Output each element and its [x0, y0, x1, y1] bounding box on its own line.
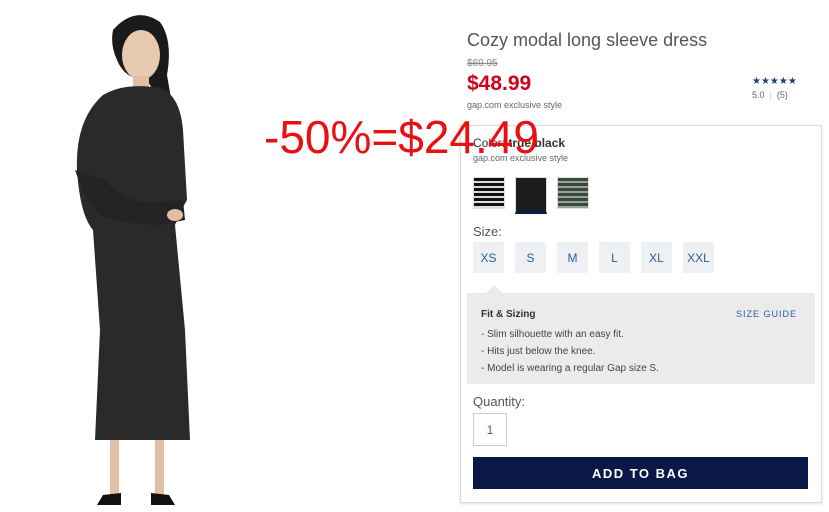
color-swatches [473, 177, 589, 214]
discount-annotation: -50%=$24.49 [264, 111, 539, 163]
list-item: - Hits just below the knee. [481, 346, 596, 357]
fit-details-list: - Slim silhouette with an easy fit. - Hi… [481, 326, 659, 377]
list-item: - Model is wearing a regular Gap size S. [481, 363, 659, 374]
swatch-true-black[interactable] [515, 177, 547, 214]
size-selector: XS S M L XL XXL [473, 242, 714, 273]
rating-divider: | [769, 90, 772, 100]
size-xxl-button[interactable]: XXL [683, 242, 714, 273]
swatch-black-white-stripe[interactable] [473, 177, 505, 209]
rating-widget[interactable]: ★★★★★ 5.0 | (5) [752, 76, 797, 100]
size-m-button[interactable]: M [557, 242, 588, 273]
fit-sizing-title: Fit & Sizing [481, 309, 536, 320]
rating-score: 5.0 [752, 90, 765, 100]
star-rating-icon: ★★★★★ [752, 76, 797, 87]
model-image [75, 15, 190, 505]
add-to-bag-button[interactable]: ADD TO BAG [473, 457, 808, 489]
review-count[interactable]: (5) [777, 90, 788, 100]
original-price: $69.95 [467, 58, 498, 69]
exclusive-note: gap.com exclusive style [467, 100, 563, 110]
quantity-label: Quantity: [473, 394, 526, 409]
size-l-button[interactable]: L [599, 242, 630, 273]
swatch-green-stripe[interactable] [557, 177, 589, 209]
size-label: Size: [473, 224, 502, 239]
fit-sizing-box: Fit & Sizing SIZE GUIDE - Slim silhouett… [467, 285, 815, 384]
list-item: - Slim silhouette with an easy fit. [481, 329, 624, 340]
product-title: Cozy modal long sleeve dress [467, 30, 708, 50]
rating-summary: 5.0 | (5) [752, 90, 797, 100]
size-guide-link[interactable]: SIZE GUIDE [736, 309, 797, 319]
size-xl-button[interactable]: XL [641, 242, 672, 273]
product-photo [55, 0, 355, 512]
size-xs-button[interactable]: XS [473, 242, 504, 273]
size-s-button[interactable]: S [515, 242, 546, 273]
product-options-panel: Color: true black gap.com exclusive styl… [460, 125, 822, 503]
sale-price: $48.99 [467, 72, 532, 95]
fit-box-pointer [486, 285, 502, 293]
quantity-input[interactable]: 1 [473, 413, 507, 446]
